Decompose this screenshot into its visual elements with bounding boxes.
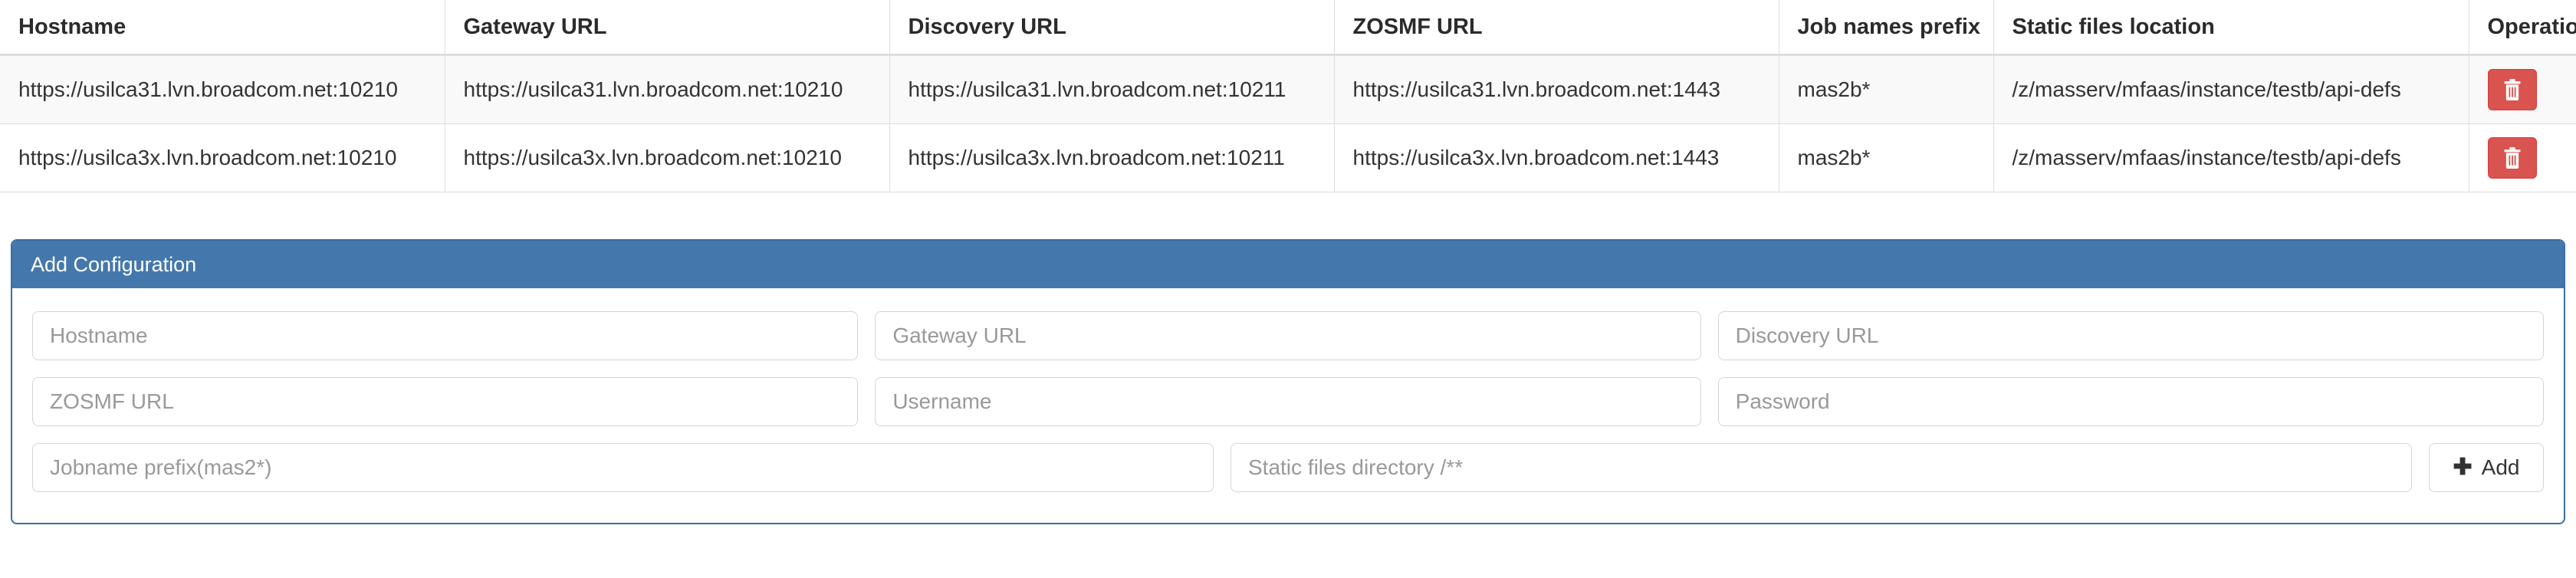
static-files-directory-field-wrap bbox=[1230, 443, 2412, 492]
cell-discovery-url: https://usilca31.lvn.broadcom.net:10211 bbox=[889, 54, 1335, 124]
discovery-url-field-wrap bbox=[1717, 311, 2544, 360]
cell-hostname: https://usilca31.lvn.broadcom.net:10210 bbox=[0, 54, 445, 124]
plus-icon: ✚ bbox=[2453, 455, 2472, 480]
configuration-table-container: Hostname Gateway URL Discovery URL ZOSMF… bbox=[0, 0, 2576, 192]
panel-title: Add Configuration bbox=[12, 241, 2564, 288]
table-row: https://usilca31.lvn.broadcom.net:10210 … bbox=[0, 54, 2576, 124]
form-row-2 bbox=[32, 377, 2544, 426]
cell-zosmf-url: https://usilca31.lvn.broadcom.net:1443 bbox=[1333, 54, 1779, 124]
cell-hostname: https://usilca3x.lvn.broadcom.net:10210 bbox=[0, 123, 445, 192]
column-header-job-names-prefix: Job names prefix bbox=[1778, 0, 1994, 56]
column-header-zosmf-url: ZOSMF URL bbox=[1333, 0, 1779, 56]
delete-configuration-button[interactable] bbox=[2487, 137, 2537, 179]
jobname-prefix-input[interactable] bbox=[32, 443, 1214, 492]
password-field-wrap bbox=[1717, 377, 2544, 426]
discovery-url-input[interactable] bbox=[1717, 311, 2544, 360]
cell-discovery-url: https://usilca3x.lvn.broadcom.net:10211 bbox=[889, 123, 1335, 192]
add-button-wrap: ✚ Add bbox=[2429, 443, 2544, 492]
cell-static-files-location: /z/masserv/mfaas/instance/testb/api-defs bbox=[1993, 123, 2469, 192]
column-header-hostname: Hostname bbox=[0, 0, 445, 56]
column-header-operations: Operations bbox=[2468, 0, 2576, 56]
table-header: Hostname Gateway URL Discovery URL ZOSMF… bbox=[0, 0, 2576, 56]
cell-zosmf-url: https://usilca3x.lvn.broadcom.net:1443 bbox=[1333, 123, 1779, 192]
configuration-table: Hostname Gateway URL Discovery URL ZOSMF… bbox=[0, 0, 2576, 192]
cell-job-names-prefix: mas2b* bbox=[1778, 123, 1994, 192]
add-configuration-panel: Add Configuration Hostname Gateway URL D… bbox=[11, 239, 2565, 524]
zosmf-url-input[interactable] bbox=[32, 377, 859, 426]
column-header-discovery-url: Discovery URL bbox=[889, 0, 1335, 56]
zosmf-url-field-wrap bbox=[32, 377, 859, 426]
table-body: https://usilca31.lvn.broadcom.net:10210 … bbox=[0, 54, 2576, 192]
form-row-3: ✚ Add bbox=[32, 443, 2544, 492]
panel-body: ✚ Add bbox=[12, 288, 2564, 523]
table-header-row: Hostname Gateway URL Discovery URL ZOSMF… bbox=[0, 0, 2576, 56]
trash-icon bbox=[2501, 77, 2524, 102]
gateway-url-field-wrap bbox=[875, 311, 1701, 360]
username-input[interactable] bbox=[875, 377, 1701, 426]
form-row-1 bbox=[32, 311, 2544, 360]
password-input[interactable] bbox=[1717, 377, 2544, 426]
cell-gateway-url: https://usilca31.lvn.broadcom.net:10210 bbox=[444, 54, 890, 124]
column-header-gateway-url: Gateway URL bbox=[444, 0, 890, 56]
hostname-field-wrap bbox=[32, 311, 859, 360]
column-header-static-files-location: Static files location bbox=[1993, 0, 2469, 56]
cell-job-names-prefix: mas2b* bbox=[1778, 54, 1994, 124]
add-button-label: Add bbox=[2481, 455, 2520, 479]
trash-icon bbox=[2501, 146, 2524, 170]
jobname-prefix-field-wrap bbox=[32, 443, 1214, 492]
static-files-directory-input[interactable] bbox=[1230, 443, 2412, 492]
delete-configuration-button[interactable] bbox=[2487, 69, 2537, 110]
cell-static-files-location: /z/masserv/mfaas/instance/testb/api-defs bbox=[1993, 54, 2469, 124]
username-field-wrap bbox=[875, 377, 1701, 426]
configuration-page: Hostname Gateway URL Discovery URL ZOSMF… bbox=[0, 0, 2576, 578]
hostname-input[interactable] bbox=[32, 311, 859, 360]
gateway-url-input[interactable] bbox=[875, 311, 1701, 360]
cell-gateway-url: https://usilca3x.lvn.broadcom.net:10210 bbox=[444, 123, 890, 192]
cell-operations bbox=[2468, 54, 2576, 124]
cell-operations bbox=[2468, 123, 2576, 192]
add-configuration-button[interactable]: ✚ Add bbox=[2429, 443, 2544, 492]
table-row: https://usilca3x.lvn.broadcom.net:10210 … bbox=[0, 123, 2576, 192]
